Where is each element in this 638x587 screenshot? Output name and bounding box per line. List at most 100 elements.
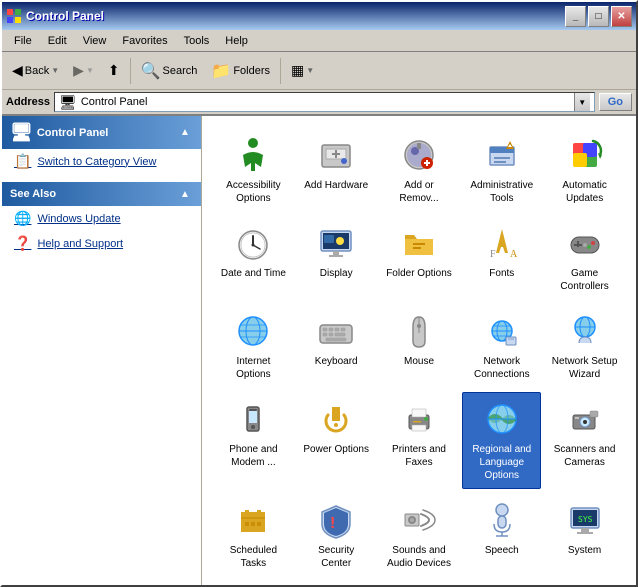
icon-item-folder-options[interactable]: Folder Options — [380, 216, 459, 300]
power-options-icon — [316, 399, 356, 439]
window-icon — [6, 8, 22, 24]
switch-to-category-view[interactable]: 📋 Switch to Category View — [2, 149, 201, 174]
icon-item-sounds-and-audio[interactable]: Sounds and Audio Devices — [380, 493, 459, 577]
add-remove-programs-icon — [399, 135, 439, 175]
forward-icon: ▶ — [73, 62, 84, 79]
speech-label: Speech — [485, 544, 519, 557]
icon-item-printers-and-faxes[interactable]: Printers and Faxes — [380, 392, 459, 489]
menu-help[interactable]: Help — [217, 33, 256, 49]
icon-item-network-connections[interactable]: Network Connections — [462, 304, 541, 388]
sidebar-collapse-button[interactable]: ▲ — [177, 125, 193, 141]
folder-options-label: Folder Options — [386, 267, 452, 280]
forward-button[interactable]: ▶ ▼ — [67, 58, 100, 83]
back-icon: ◀ — [12, 62, 23, 79]
icon-item-taskbar-and-start-menu[interactable]: Taskbar and Start Menu — [214, 581, 293, 585]
icon-item-accessibility-options[interactable]: Accessibility Options — [214, 128, 293, 212]
icon-item-automatic-updates[interactable]: Automatic Updates — [545, 128, 624, 212]
icon-item-internet-options[interactable]: Internet Options — [214, 304, 293, 388]
menu-file[interactable]: File — [6, 33, 40, 49]
icon-item-add-hardware[interactable]: Add Hardware — [297, 128, 376, 212]
icon-item-display[interactable]: Display — [297, 216, 376, 300]
content-area: Accessibility Options Add Hardware Add o… — [202, 116, 636, 585]
address-input[interactable] — [81, 96, 570, 108]
icon-item-administrative-tools[interactable]: Administrative Tools — [462, 128, 541, 212]
icon-item-date-and-time[interactable]: Date and Time — [214, 216, 293, 300]
folders-label: Folders — [233, 65, 270, 77]
toolbar-separator-1 — [130, 58, 131, 84]
icon-item-regional-and-language[interactable]: Regional and Language Options — [462, 392, 541, 489]
printers-and-faxes-icon — [399, 399, 439, 439]
icon-item-game-controllers[interactable]: Game Controllers — [545, 216, 624, 300]
sidebar-item-windows-update[interactable]: 🌐 Windows Update — [2, 206, 201, 231]
icon-item-scanners-and-cameras[interactable]: Scanners and Cameras — [545, 392, 624, 489]
regional-and-language-icon — [482, 399, 522, 439]
menu-view[interactable]: View — [75, 33, 115, 49]
forward-arrow-icon: ▼ — [86, 66, 94, 75]
menu-favorites[interactable]: Favorites — [114, 33, 175, 49]
svg-text:A: A — [510, 249, 518, 260]
icon-item-speech[interactable]: Speech — [462, 493, 541, 577]
icon-item-system[interactable]: SYS System — [545, 493, 624, 577]
see-also-collapse-button[interactable]: ▲ — [177, 186, 193, 202]
close-button[interactable]: ✕ — [611, 6, 632, 27]
icon-item-security-center[interactable]: ! Security Center — [297, 493, 376, 577]
go-button[interactable]: Go — [599, 93, 632, 111]
views-button[interactable]: ▦ ▼ — [285, 58, 320, 83]
sidebar-header-left: 🖥 Control Panel — [10, 122, 108, 143]
search-button[interactable]: 🔍 Search — [135, 57, 204, 85]
icon-item-scheduled-tasks[interactable]: Scheduled Tasks — [214, 493, 293, 577]
menu-edit[interactable]: Edit — [40, 33, 75, 49]
address-input-wrap[interactable]: 🖥 ▼ — [54, 92, 595, 112]
address-dropdown-button[interactable]: ▼ — [574, 93, 590, 111]
fonts-icon: FA — [482, 223, 522, 263]
speech-icon — [482, 500, 522, 540]
game-controllers-label: Game Controllers — [550, 267, 619, 293]
toolbar-separator-2 — [280, 58, 281, 84]
system-label: System — [568, 544, 601, 557]
window-controls: _ □ ✕ — [565, 6, 632, 27]
svg-text:SYS: SYS — [578, 515, 593, 524]
up-button[interactable]: ⬆ — [102, 58, 126, 83]
icon-item-phone-and-modem[interactable]: Phone and Modem ... — [214, 392, 293, 489]
network-connections-icon — [482, 311, 522, 351]
sidebar: 🖥 Control Panel ▲ 📋 Switch to Category V… — [2, 116, 202, 585]
phone-and-modem-label: Phone and Modem ... — [219, 443, 288, 469]
keyboard-icon — [316, 311, 356, 351]
minimize-button[interactable]: _ — [565, 6, 586, 27]
display-label: Display — [320, 267, 353, 280]
scheduled-tasks-label: Scheduled Tasks — [219, 544, 288, 570]
icon-item-windows-firewall[interactable]: Windows Firewall — [380, 581, 459, 585]
window-title: Control Panel — [26, 9, 561, 23]
main-window: Control Panel _ □ ✕ File Edit View Favor… — [0, 0, 638, 587]
switch-category-label: Switch to Category View — [37, 156, 156, 168]
folders-button[interactable]: 📁 Folders — [205, 57, 276, 85]
icon-item-mouse[interactable]: Mouse — [380, 304, 459, 388]
main-area: 🖥 Control Panel ▲ 📋 Switch to Category V… — [2, 116, 636, 585]
icon-item-user-accounts[interactable]: User Accounts — [297, 581, 376, 585]
search-icon: 🔍 — [141, 61, 161, 81]
icon-item-network-setup-wizard[interactable]: Network Setup Wizard — [545, 304, 624, 388]
network-setup-wizard-icon — [565, 311, 605, 351]
date-and-time-icon — [233, 223, 273, 263]
address-label: Address — [6, 96, 50, 108]
icon-item-wireless-network[interactable]: Wireless Network Set... — [462, 581, 541, 585]
sounds-and-audio-label: Sounds and Audio Devices — [385, 544, 454, 570]
regional-and-language-label: Regional and Language Options — [467, 443, 536, 482]
sidebar-item-help-support[interactable]: ❓ Help and Support — [2, 231, 201, 256]
administrative-tools-label: Administrative Tools — [467, 179, 536, 205]
see-also-section: See Also ▲ 🌐 Windows Update ❓ Help and S… — [2, 182, 201, 256]
menu-tools[interactable]: Tools — [176, 33, 218, 49]
mouse-icon — [399, 311, 439, 351]
icon-item-keyboard[interactable]: Keyboard — [297, 304, 376, 388]
search-label: Search — [163, 65, 198, 77]
maximize-button[interactable]: □ — [588, 6, 609, 27]
icon-item-power-options[interactable]: Power Options — [297, 392, 376, 489]
views-arrow-icon: ▼ — [306, 66, 314, 75]
power-options-label: Power Options — [303, 443, 369, 456]
back-button[interactable]: ◀ Back ▼ — [6, 58, 65, 83]
icon-item-add-remove-programs[interactable]: Add or Remov... — [380, 128, 459, 212]
icon-item-fonts[interactable]: FA Fonts — [462, 216, 541, 300]
game-controllers-icon — [565, 223, 605, 263]
security-center-label: Security Center — [302, 544, 371, 570]
back-arrow-icon: ▼ — [51, 66, 59, 75]
